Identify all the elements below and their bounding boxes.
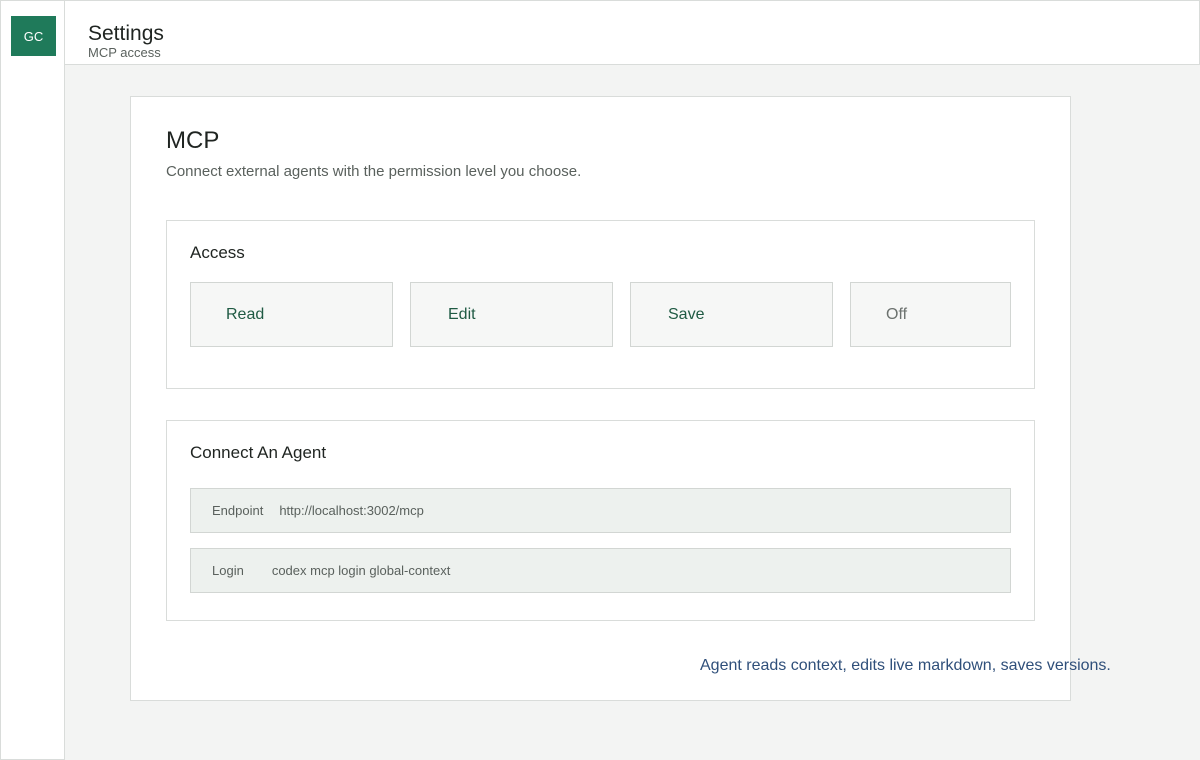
- footnote: Agent reads context, edits live markdown…: [700, 657, 1111, 674]
- app-logo[interactable]: GC: [11, 16, 56, 56]
- page-title: Settings: [88, 22, 164, 45]
- login-command[interactable]: codex mcp login global-context: [272, 563, 451, 578]
- card-description: Connect external agents with the permiss…: [166, 163, 582, 180]
- access-title: Access: [190, 243, 245, 262]
- endpoint-value[interactable]: http://localhost:3002/mcp: [279, 503, 424, 518]
- header: Settings MCP access: [64, 0, 1200, 65]
- mcp-card: MCP Connect external agents with the per…: [130, 96, 1071, 701]
- connect-title: Connect An Agent: [190, 443, 327, 462]
- login-row[interactable]: Login codex mcp login global-context: [190, 548, 1011, 593]
- access-panel: Access Read Edit Save Off: [166, 220, 1035, 389]
- sidebar: GC: [0, 0, 65, 760]
- access-edit-button[interactable]: Edit: [410, 282, 613, 347]
- connect-agent-panel: Connect An Agent Endpoint http://localho…: [166, 420, 1035, 621]
- access-save-button[interactable]: Save: [630, 282, 833, 347]
- endpoint-row[interactable]: Endpoint http://localhost:3002/mcp: [190, 488, 1011, 533]
- login-label: Login: [212, 563, 244, 578]
- endpoint-label: Endpoint: [212, 503, 264, 518]
- access-read-button[interactable]: Read: [190, 282, 393, 347]
- access-off-button[interactable]: Off: [850, 282, 1011, 347]
- card-title: MCP: [166, 127, 220, 154]
- page-subtitle: MCP access: [88, 45, 161, 60]
